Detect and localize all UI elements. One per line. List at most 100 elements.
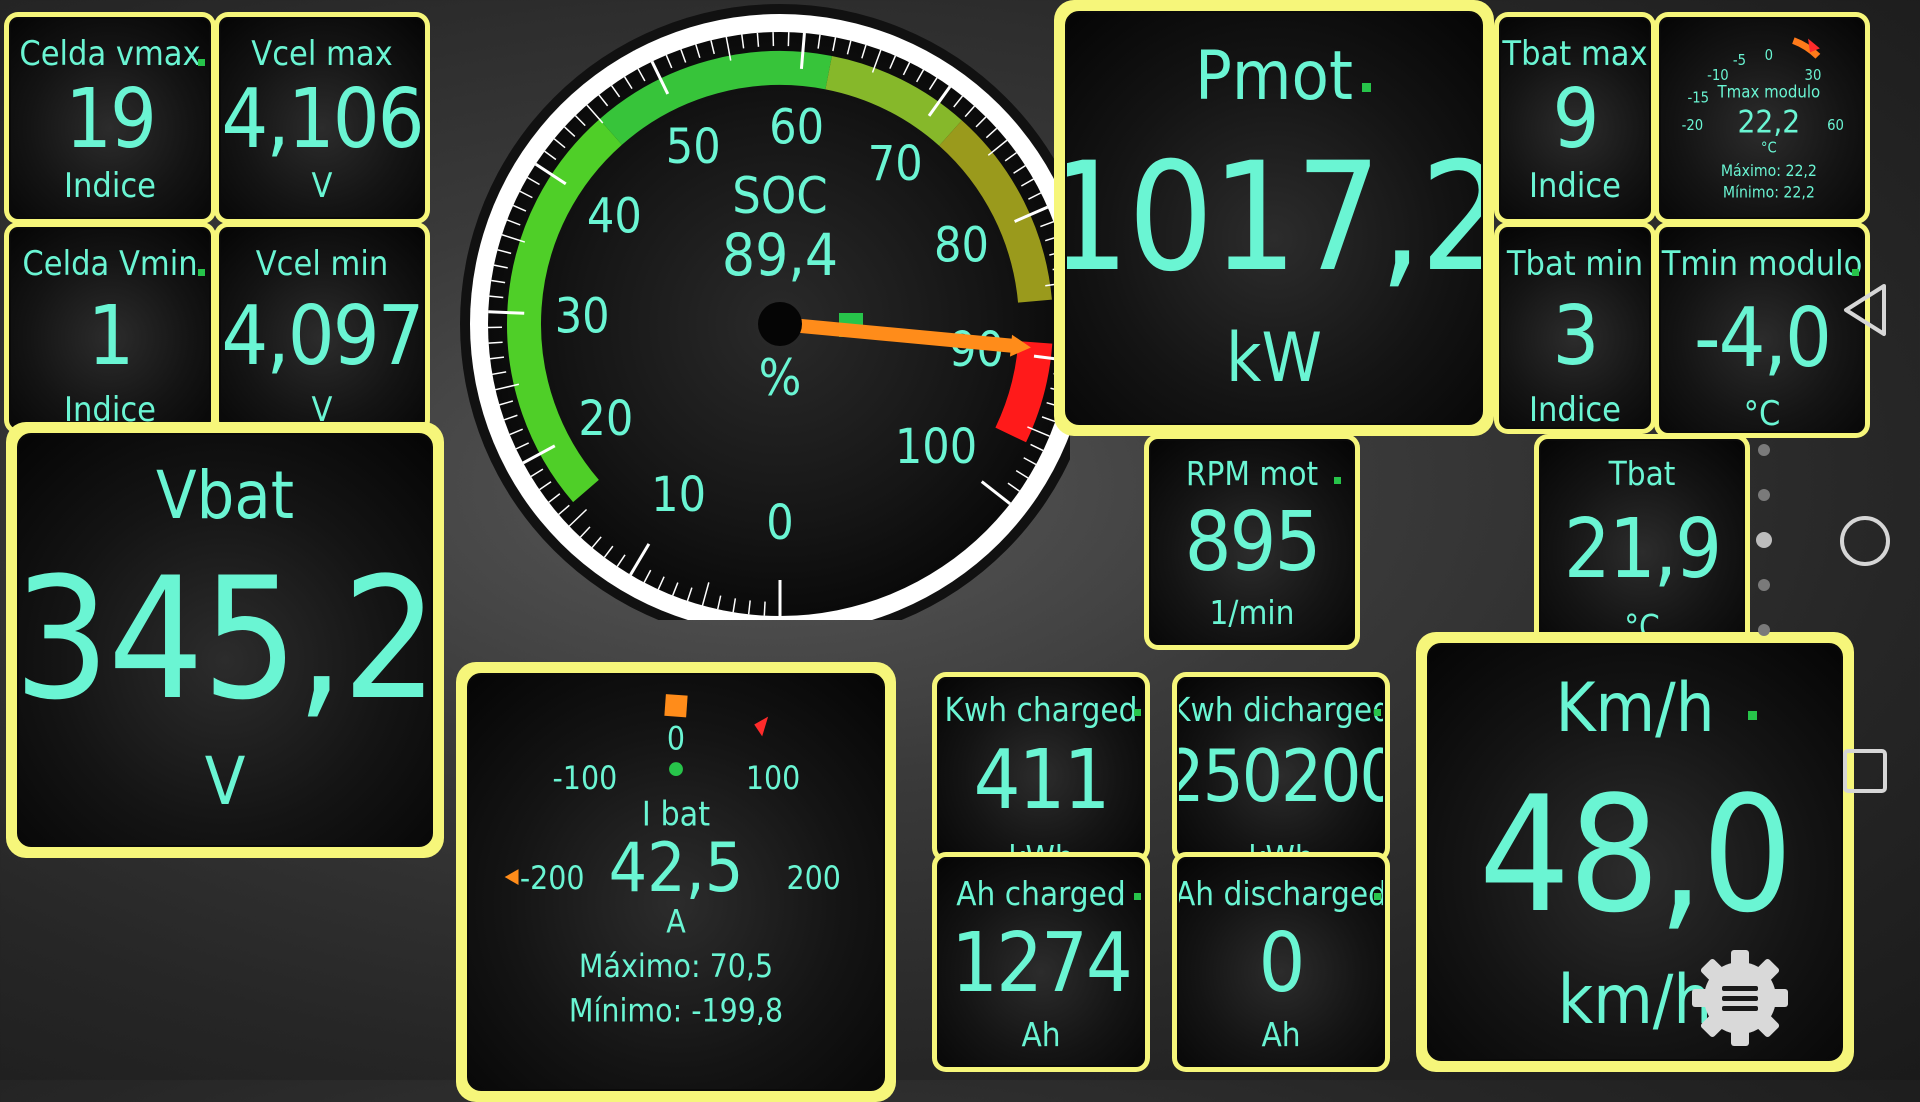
tile-kwh-charged[interactable]: Kwh charged 411 kWh xyxy=(932,672,1150,862)
tile-tbat[interactable]: Tbat 21,9 °C xyxy=(1534,434,1750,650)
ibat-max-marker xyxy=(754,717,768,737)
tile-title: Pmot xyxy=(1195,43,1353,111)
status-dot xyxy=(1374,709,1381,716)
tile-celda-vmin[interactable]: Celda Vmin 1 Indice xyxy=(4,222,216,434)
tile-title: RPM mot xyxy=(1186,457,1318,490)
soc-title: SOC xyxy=(732,167,827,225)
tick-label: 40 xyxy=(587,189,642,245)
tile-unit: °C xyxy=(1744,397,1781,431)
tick-label: -20 xyxy=(1682,117,1704,134)
tile-title: Vcel max xyxy=(251,37,392,71)
tile-unit: Ah xyxy=(1261,1018,1300,1051)
ibat-value: 42,5 xyxy=(609,828,744,907)
tick-label: -15 xyxy=(1687,89,1709,106)
tile-unit: Indice xyxy=(64,169,156,203)
nav-back-button[interactable] xyxy=(1840,282,1890,338)
tick-label: 100 xyxy=(746,761,800,797)
tmax-title: Tmax modulo xyxy=(1717,82,1821,101)
home-icon xyxy=(1838,514,1892,568)
tile-unit: V xyxy=(312,169,333,203)
tick-label: 0 xyxy=(766,495,793,551)
tick-label: 100 xyxy=(895,419,977,475)
tile-rpm-mot[interactable]: RPM mot 895 1/min xyxy=(1144,434,1360,650)
tile-ah-charged[interactable]: Ah charged 1274 Ah xyxy=(932,852,1150,1072)
page-indicator-dot xyxy=(1758,444,1770,456)
tile-title: Tbat max xyxy=(1502,37,1647,71)
status-dot xyxy=(1134,893,1141,900)
tile-unit: V xyxy=(205,749,246,815)
tick-label: -100 xyxy=(553,761,618,797)
tile-value: 48,0 xyxy=(1479,775,1791,935)
tile-unit: Ah xyxy=(1021,1018,1060,1051)
tick-label: 200 xyxy=(786,861,840,897)
status-dot xyxy=(198,59,205,66)
tile-tmax-modulo[interactable]: -5 0 30 -10 -15 -20 60 Tmax modulo 22,2 … xyxy=(1654,12,1870,224)
tile-unit: Indice xyxy=(1529,169,1621,203)
nav-home-button[interactable] xyxy=(1838,514,1892,568)
tick-label: 20 xyxy=(578,391,633,447)
page-indicator-dot xyxy=(1758,579,1770,591)
tile-tbat-min[interactable]: Tbat min 3 Indice xyxy=(1494,222,1656,434)
tile-ah-discharged[interactable]: Ah discharged 0 Ah xyxy=(1172,852,1390,1072)
tick-label: -200 xyxy=(520,861,585,897)
tile-title: Tbat min xyxy=(1507,247,1643,281)
page-indicator-dot xyxy=(1758,489,1770,501)
tile-title: Vbat xyxy=(156,463,294,529)
tick-mark xyxy=(764,602,765,616)
tile-tmin-modulo[interactable]: Tmin modulo -4,0 °C xyxy=(1654,222,1870,438)
tmax-min-text: Mínimo: 22,2 xyxy=(1723,182,1815,201)
tile-vbat[interactable]: Vbat 345,2 V xyxy=(6,422,444,858)
tile-title: Km/h xyxy=(1555,675,1714,743)
tick-label: 60 xyxy=(769,100,824,156)
tmax-gauge: -5 0 30 -10 -15 -20 60 Tmax modulo 22,2 … xyxy=(1661,19,1863,217)
tile-title: Tbat xyxy=(1609,457,1676,490)
tile-vcel-min[interactable]: Vcel min 4,097 V xyxy=(214,222,430,434)
soc-value: 89,4 xyxy=(722,221,838,289)
settings-menu-button[interactable] xyxy=(1690,948,1790,1048)
tile-value: 1017,2 xyxy=(1065,143,1483,293)
tick-label: 0 xyxy=(1765,47,1773,64)
status-dot xyxy=(1334,477,1341,484)
status-dot xyxy=(1852,269,1859,276)
tile-title: Vcel min xyxy=(256,247,388,281)
tile-pmot[interactable]: Pmot 1017,2 kW xyxy=(1054,0,1494,436)
tile-tbat-max[interactable]: Tbat max 9 Indice xyxy=(1494,12,1656,224)
tile-title: Kwh charged xyxy=(945,693,1138,726)
status-dot xyxy=(1374,893,1381,900)
tick-label: 30 xyxy=(555,289,610,345)
tick-label: 80 xyxy=(934,218,989,274)
tmax-value: 22,2 xyxy=(1737,105,1800,141)
page-indicator-dot xyxy=(1758,624,1770,636)
tile-ibat[interactable]: 0 -100 100 -200 200 I bat 42,5 A Máximo:… xyxy=(456,662,896,1102)
tile-value: -4,0 xyxy=(1694,298,1830,380)
tile-celda-vmax[interactable]: Celda vmax 19 Indice xyxy=(4,12,216,224)
tile-value: 4,106 xyxy=(221,79,422,161)
ibat-gauge: 0 -100 100 -200 200 I bat 42,5 A Máximo:… xyxy=(469,675,883,1089)
tile-value: 345,2 xyxy=(17,555,433,723)
tile-value: 250200 xyxy=(1177,740,1385,812)
recents-icon xyxy=(1842,748,1888,794)
tick-label: 50 xyxy=(666,119,721,175)
tile-kwh-discharged[interactable]: Kwh dicharged 250200 kWh xyxy=(1172,672,1390,862)
tile-vcel-max[interactable]: Vcel max 4,106 V xyxy=(214,12,430,224)
soc-gauge[interactable]: 0102030405060708090100 SOC 89,4 % xyxy=(450,0,1070,620)
status-dot xyxy=(198,269,205,276)
tile-value: 4,097 xyxy=(221,296,422,378)
ibat-unit: A xyxy=(666,905,686,941)
ibat-zero-dot xyxy=(669,762,683,776)
back-icon xyxy=(1840,282,1890,338)
tile-title: Kwh dicharged xyxy=(1177,693,1385,726)
ibat-max-text: Máximo: 70,5 xyxy=(579,949,773,985)
tile-value: 21,9 xyxy=(1564,509,1720,591)
tile-value: 895 xyxy=(1185,502,1320,584)
tile-title: Ah charged xyxy=(956,877,1125,910)
tick-label: 10 xyxy=(651,467,706,523)
tile-title: Celda vmax xyxy=(19,37,200,71)
tile-value: 411 xyxy=(974,740,1109,822)
needle-hub xyxy=(758,302,802,346)
nav-recents-button[interactable] xyxy=(1842,748,1888,794)
tick-mark xyxy=(488,312,524,314)
tick-mark xyxy=(489,342,503,343)
tick-label: 30 xyxy=(1805,67,1822,84)
tile-title: Tmin modulo xyxy=(1662,247,1863,281)
